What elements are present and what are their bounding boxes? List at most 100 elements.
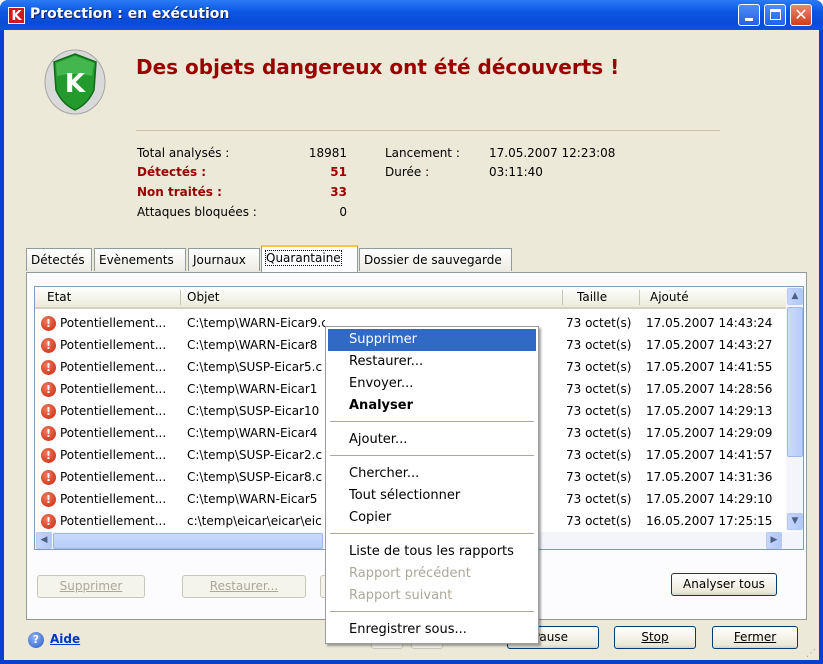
column-separator[interactable]: [562, 290, 563, 305]
column-header-object[interactable]: Objet: [187, 290, 219, 304]
title-bar[interactable]: K Protection : en exécution ✕: [0, 0, 823, 30]
column-separator[interactable]: [180, 290, 181, 305]
cell-size: 73 octet(s): [566, 338, 632, 352]
cell-object: C:\temp\WARN-Eicar4: [187, 426, 318, 440]
cell-added: 17.05.2007 14:29:09: [646, 426, 773, 440]
cell-state: Potentiellement...: [60, 470, 167, 484]
cell-object: C:\temp\SUSP-Eicar2.c: [187, 448, 323, 462]
cell-added: 17.05.2007 14:29:10: [646, 492, 773, 506]
stop-button[interactable]: Stop: [614, 626, 696, 649]
menu-item-search[interactable]: Chercher...: [328, 463, 536, 485]
menu-item-save-as[interactable]: Enregistrer sous...: [328, 619, 536, 641]
close-button-label: Fermer: [733, 630, 777, 644]
warning-icon: !: [41, 338, 56, 353]
stat-detected-label: Détectés :: [137, 165, 207, 179]
cell-added: 17.05.2007 14:28:56: [646, 382, 773, 396]
column-header-sep[interactable]: [639, 290, 640, 305]
cell-size: 73 octet(s): [566, 492, 632, 506]
tab-label: Quarantaine: [265, 250, 342, 266]
scroll-right-button[interactable]: ▶: [766, 532, 782, 549]
cell-object: C:\temp\SUSP-Eicar8.c: [187, 470, 323, 484]
scroll-up-button[interactable]: ▲: [787, 288, 803, 305]
minimize-button[interactable]: [738, 4, 760, 26]
cell-object: C:\temp\WARN-Eicar8: [187, 338, 318, 352]
shield-letter: K: [65, 69, 86, 99]
menu-separator: [330, 455, 534, 456]
tab-label: Dossier de sauvegarde: [364, 253, 502, 267]
cell-added: 17.05.2007 14:41:55: [646, 360, 773, 374]
minimize-icon: [745, 18, 753, 21]
help-icon[interactable]: ?: [28, 632, 44, 648]
tab-backup[interactable]: Dossier de sauvegarde: [359, 248, 512, 271]
menu-item-select-all[interactable]: Tout sélectionner: [328, 485, 536, 507]
stat-detected-value: 51: [330, 165, 347, 179]
cell-size: 73 octet(s): [566, 448, 632, 462]
stat-blocked-label: Attaques bloquées :: [137, 205, 257, 219]
warning-icon: !: [41, 492, 56, 507]
warning-icon: !: [41, 360, 56, 375]
help-link[interactable]: Aide: [50, 632, 80, 646]
resize-grip-icon[interactable]: ⋰: [806, 648, 818, 660]
cell-state: Potentiellement...: [60, 360, 167, 374]
menu-item-all-reports[interactable]: Liste de tous les rapports: [328, 541, 536, 563]
restore-button-label: Restaurer...: [209, 579, 279, 593]
cell-state: Potentiellement...: [60, 492, 167, 506]
menu-item-next-report[interactable]: Rapport suivant: [328, 585, 536, 607]
list-header: Etat Objet Taille Ajouté: [35, 287, 803, 309]
scan-all-button[interactable]: Analyser tous: [671, 573, 777, 596]
tab-quarantine[interactable]: Quarantaine: [261, 245, 358, 272]
column-header-added[interactable]: Ajouté: [650, 290, 689, 304]
vertical-scrollbar[interactable]: ▲ ▼: [786, 287, 803, 531]
tab-label: Journaux: [193, 253, 246, 267]
horizontal-scroll-thumb[interactable]: [53, 533, 323, 549]
cell-size: 73 octet(s): [566, 470, 632, 484]
cell-size: 73 octet(s): [566, 426, 632, 440]
close-button[interactable]: Fermer: [712, 626, 798, 649]
cell-added: 17.05.2007 14:43:24: [646, 316, 773, 330]
stat-duration-value: 03:11:40: [489, 165, 543, 179]
warning-icon: !: [41, 316, 56, 331]
menu-item-restore[interactable]: Restaurer...: [328, 351, 536, 373]
warning-icon: !: [41, 404, 56, 419]
stat-duration-label: Durée :: [385, 165, 430, 179]
menu-item-delete[interactable]: Supprimer: [328, 329, 536, 351]
menu-item-send[interactable]: Envoyer...: [328, 373, 536, 395]
maximize-button[interactable]: [764, 4, 786, 26]
restore-button[interactable]: Restaurer...: [182, 575, 306, 598]
vertical-scroll-thumb[interactable]: [787, 307, 803, 457]
cell-state: Potentiellement...: [60, 514, 167, 528]
menu-item-scan[interactable]: Analyser: [328, 395, 536, 417]
scroll-down-button[interactable]: ▼: [787, 513, 803, 530]
cell-added: 17.05.2007 14:41:57: [646, 448, 773, 462]
close-icon: ✕: [794, 5, 808, 24]
close-window-button[interactable]: ✕: [790, 4, 812, 26]
menu-item-previous-report[interactable]: Rapport précédent: [328, 563, 536, 585]
cell-state: Potentiellement...: [60, 404, 167, 418]
cell-added: 17.05.2007 14:43:27: [646, 338, 773, 352]
menu-separator: [330, 421, 534, 422]
stat-launch-label: Lancement :: [385, 146, 460, 160]
scroll-left-button[interactable]: ◀: [36, 532, 52, 549]
tab-events[interactable]: Evènements: [94, 248, 186, 271]
cell-size: 73 octet(s): [566, 382, 632, 396]
cell-object: C:\temp\SUSP-Eicar10: [187, 404, 320, 418]
stat-untreated-label: Non traités :: [137, 185, 222, 199]
menu-item-copy[interactable]: Copier: [328, 507, 536, 529]
tab-detected[interactable]: Détectés: [26, 248, 92, 271]
tab-label: Evènements: [99, 253, 174, 267]
cell-state: Potentiellement...: [60, 448, 167, 462]
cell-size: 73 octet(s): [566, 514, 632, 528]
stop-button-label: Stop: [641, 630, 669, 644]
column-header-size[interactable]: Taille: [577, 290, 607, 304]
tab-logs[interactable]: Journaux: [188, 248, 260, 271]
tab-label: Détectés: [31, 253, 85, 267]
column-header-state[interactable]: Etat: [47, 290, 71, 304]
cell-added: 17.05.2007 14:29:13: [646, 404, 773, 418]
stat-blocked-value: 0: [339, 205, 347, 219]
cell-size: 73 octet(s): [566, 360, 632, 374]
kaspersky-logo-icon: K: [8, 7, 25, 24]
context-menu: Supprimer Restaurer... Envoyer... Analys…: [325, 326, 539, 644]
menu-item-add[interactable]: Ajouter...: [328, 429, 536, 451]
warning-icon: !: [41, 448, 56, 463]
delete-button[interactable]: Supprimer: [37, 575, 145, 598]
